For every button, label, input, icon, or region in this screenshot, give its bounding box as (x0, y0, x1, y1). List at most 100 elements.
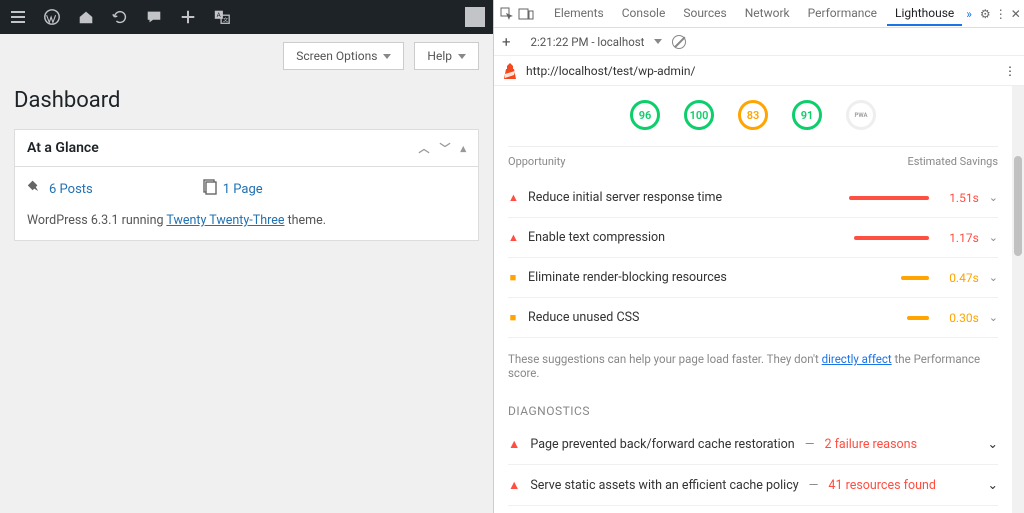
tab-sources[interactable]: Sources (675, 2, 734, 26)
chevron-down-icon[interactable]: ⌄ (989, 231, 998, 244)
devtools-panel: ElementsConsoleSourcesNetworkPerformance… (494, 0, 1024, 513)
opportunity-row[interactable]: ■Reduce unused CSS0.30s⌄ (508, 298, 998, 338)
box-title: At a Glance (27, 140, 99, 156)
close-icon[interactable]: ✕ (1011, 6, 1021, 22)
new-report-icon[interactable]: + (502, 33, 511, 51)
severity-icon: ▲ (508, 437, 520, 452)
more-tabs-icon[interactable]: » (966, 6, 972, 22)
wordpress-icon[interactable] (42, 7, 62, 27)
chevron-down-icon[interactable]: ⌄ (988, 436, 998, 452)
savings-bar (854, 236, 929, 240)
move-up-icon[interactable]: ︿ (418, 140, 429, 156)
kebab-icon[interactable]: ⋮ (1004, 64, 1016, 78)
severity-icon: ■ (508, 311, 518, 324)
opportunity-label: Reduce initial server response time (528, 190, 839, 205)
page-icon (203, 179, 217, 199)
score-gauge[interactable]: PWA (846, 100, 876, 130)
severity-icon: ▲ (508, 191, 518, 204)
inspect-icon[interactable] (500, 6, 514, 22)
severity-icon: ■ (508, 271, 518, 284)
diagnostic-label: Page prevented back/forward cache restor… (530, 437, 794, 452)
opportunity-row[interactable]: ■ Eliminate render-blocking resources 0.47… (508, 258, 998, 298)
clear-icon[interactable] (672, 35, 686, 49)
menu-icon[interactable] (8, 7, 28, 27)
tab-network[interactable]: Network (737, 2, 798, 26)
admin-toolbar: A文 (0, 0, 493, 34)
box-header: At a Glance ︿ ﹀ ▴ (15, 130, 478, 167)
opportunity-label: Enable text compression (528, 230, 844, 245)
diagnostics-header: DIAGNOSTICS (508, 394, 998, 424)
opportunity-header: Opportunity (508, 155, 565, 168)
savings-bar (849, 196, 929, 200)
lighthouse-report: 96 100 83 91 PWA Opportunity Estimated Savin… (494, 86, 1012, 513)
move-down-icon[interactable]: ﹀ (439, 140, 450, 156)
diagnostic-row[interactable]: ▲ Serve static assets with an efficient c… (508, 465, 998, 506)
posts-stat[interactable]: 6 Posts (27, 179, 93, 199)
pages-stat[interactable]: 1 Page (203, 179, 263, 199)
at-a-glance-box: At a Glance ︿ ﹀ ▴ 6 Posts 1 Page (14, 129, 479, 241)
score-gauge[interactable]: 91 (792, 100, 822, 130)
chevron-down-icon[interactable]: ⌄ (989, 271, 998, 284)
opportunity-row[interactable]: ▲ Reduce initial server response time 1.51… (508, 178, 998, 218)
tab-console[interactable]: Console (614, 2, 674, 26)
diagnostic-label: Serve static assets with an efficient ca… (530, 478, 798, 493)
device-icon[interactable] (518, 6, 534, 22)
score-gauges: 96 100 83 91 PWA (508, 94, 998, 147)
report-url: http://localhost/test/wp-admin/ (526, 64, 695, 78)
help-button[interactable]: Help (414, 42, 479, 70)
report-time: 2:21:22 PM - localhost (531, 35, 645, 49)
screen-options-label: Screen Options (296, 49, 377, 63)
severity-icon: ▲ (508, 231, 518, 244)
help-label: Help (427, 49, 452, 63)
scrollbar[interactable] (1012, 86, 1024, 513)
savings-value: 0.30s (939, 311, 979, 325)
wordpress-admin: A文 Screen Options Help Dashboard At a Gl… (0, 0, 494, 513)
svg-text:文: 文 (223, 16, 229, 24)
posts-count: 6 Posts (49, 182, 93, 197)
scrollbar-thumb[interactable] (1014, 156, 1022, 256)
screen-options-button[interactable]: Screen Options (283, 42, 404, 70)
opportunity-note: These suggestions can help your page loa… (508, 338, 998, 394)
chevron-down-icon[interactable]: ⌄ (989, 311, 998, 324)
chevron-down-icon[interactable]: ⌄ (989, 191, 998, 204)
diagnostic-row[interactable]: ○Avoid chaining critical requests — 41 c… (508, 506, 998, 513)
score-gauge[interactable]: 83 (738, 100, 768, 130)
theme-link[interactable]: Twenty Twenty-Three (166, 213, 284, 228)
box-body: 6 Posts 1 Page WordPress 6.3.1 running T… (15, 167, 478, 240)
tab-lighthouse[interactable]: Lighthouse (887, 2, 962, 26)
refresh-icon[interactable] (110, 7, 130, 27)
directly-affect-link[interactable]: directly affect (822, 352, 892, 366)
severity-icon: ▲ (508, 478, 520, 493)
chevron-down-icon (458, 54, 466, 59)
page-title: Dashboard (14, 88, 479, 113)
savings-value: 1.51s (939, 191, 979, 205)
savings-value: 1.17s (939, 231, 979, 245)
lighthouse-toolbar: + 2:21:22 PM - localhost (494, 28, 1024, 56)
opportunity-label: Eliminate render-blocking resources (528, 270, 891, 285)
wp-version-info: WordPress 6.3.1 running Twenty Twenty-Th… (27, 213, 466, 228)
diagnostic-row[interactable]: ▲ Page prevented back/forward cache resto… (508, 424, 998, 465)
kebab-icon[interactable]: ⋮ (995, 6, 1007, 22)
savings-bar (907, 316, 929, 320)
translate-icon[interactable]: A文 (212, 7, 232, 27)
score-gauge[interactable]: 96 (630, 100, 660, 130)
score-gauge[interactable]: 100 (684, 100, 714, 130)
chevron-down-icon[interactable] (654, 39, 662, 44)
pages-count: 1 Page (223, 182, 263, 197)
plus-icon[interactable] (178, 7, 198, 27)
tab-elements[interactable]: Elements (546, 2, 612, 26)
toggle-icon[interactable]: ▴ (460, 142, 466, 155)
home-icon[interactable] (76, 7, 96, 27)
devtools-tabstrip: ElementsConsoleSourcesNetworkPerformance… (494, 0, 1024, 28)
url-bar: http://localhost/test/wp-admin/ ⋮ (494, 56, 1024, 86)
comment-icon[interactable] (144, 7, 164, 27)
savings-value: 0.47s (939, 271, 979, 285)
opportunity-row[interactable]: ▲ Enable text compression 1.17s ⌄ (508, 218, 998, 258)
chevron-down-icon[interactable]: ⌄ (988, 477, 998, 493)
savings-header: Estimated Savings (907, 155, 998, 168)
tab-performance[interactable]: Performance (800, 2, 885, 26)
pushpin-icon (27, 179, 43, 199)
wp-content: Screen Options Help Dashboard At a Glanc… (0, 34, 493, 513)
avatar[interactable] (465, 7, 485, 27)
gear-icon[interactable]: ⚙ (980, 6, 991, 22)
